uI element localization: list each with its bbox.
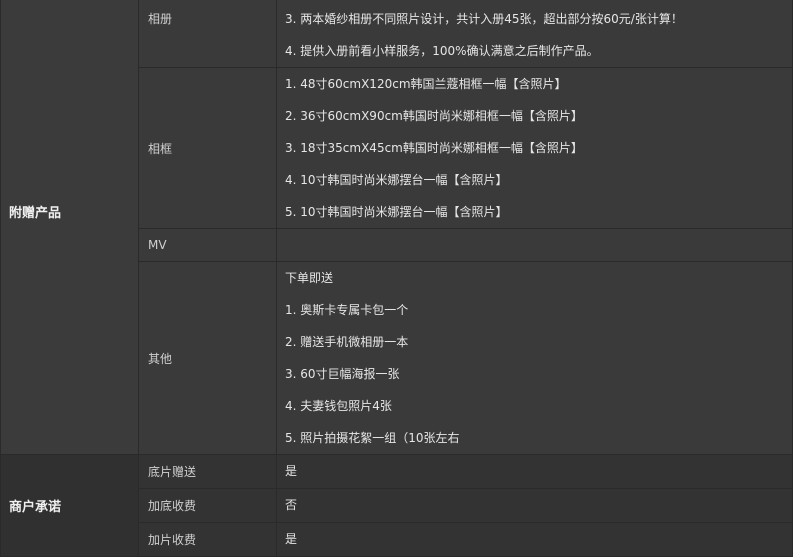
list-item: 下单即送 [285,271,334,285]
promise-section-label: 商户承诺 [0,454,139,557]
promise-value: 否 [276,488,793,523]
promise-value: 是 [276,454,793,489]
frame-label: 相框 [138,67,277,229]
mv-content [276,228,793,262]
promise-row-negatives: 商户承诺 底片赠送 是 [0,454,793,557]
list-item: 4. 夫妻钱包照片4张 [285,399,392,413]
frame-content: 1. 48寸60cmX120cm韩国兰蔻相框一幅【含照片】 2. 36寸60cm… [276,67,793,229]
list-item: 1. 奥斯卡专属卡包一个 [285,303,409,317]
list-item: 5. 照片拍摄花絮一组（10张左右 [285,431,460,445]
promise-label: 加底收费 [138,488,277,523]
mv-value [277,229,792,261]
list-item: 4. 提供入册前看小样服务，100%确认满意之后制作产品。 [285,44,599,58]
list-item: 3. 两本婚纱相册不同照片设计，共计入册45张，超出部分按60元/张计算！ [285,12,683,26]
list-item: 2. 36寸60cmX90cm韩国时尚米娜相框一幅【含照片】 [285,109,583,123]
album-content: 3. 两本婚纱相册不同照片设计，共计入册45张，超出部分按60元/张计算！ 4.… [276,0,793,68]
other-label: 其他 [138,261,277,455]
list-item: 2. 赠送手机微相册一本 [285,335,409,349]
list-item: 1. 48寸60cmX120cm韩国兰蔻相框一幅【含照片】 [285,77,567,91]
list-item: 3. 18寸35cmX45cm韩国时尚米娜相框一幅【含照片】 [285,141,583,155]
list-item: 4. 10寸韩国时尚米娜摆台一幅【含照片】 [285,173,508,187]
promise-value: 是 [276,522,793,557]
promise-label: 加片收费 [138,522,277,557]
other-content: 下单即送 1. 奥斯卡专属卡包一个 2. 赠送手机微相册一本 3. 60寸巨幅海… [276,261,793,455]
album-label: 相册 [138,0,277,68]
list-item: 3. 60寸巨幅海报一张 [285,367,400,381]
album-row: 附赠产品 相册 3. 两本婚纱相册不同照片设计，共计入册45张，超出部分按60元… [0,0,793,455]
mv-label: MV [138,228,277,262]
gifts-section-label: 附赠产品 [0,0,139,455]
product-spec-table: 附赠产品 相册 3. 两本婚纱相册不同照片设计，共计入册45张，超出部分按60元… [0,0,793,557]
promise-label: 底片赠送 [138,454,277,489]
list-item: 5. 10寸韩国时尚米娜摆台一幅【含照片】 [285,205,508,219]
